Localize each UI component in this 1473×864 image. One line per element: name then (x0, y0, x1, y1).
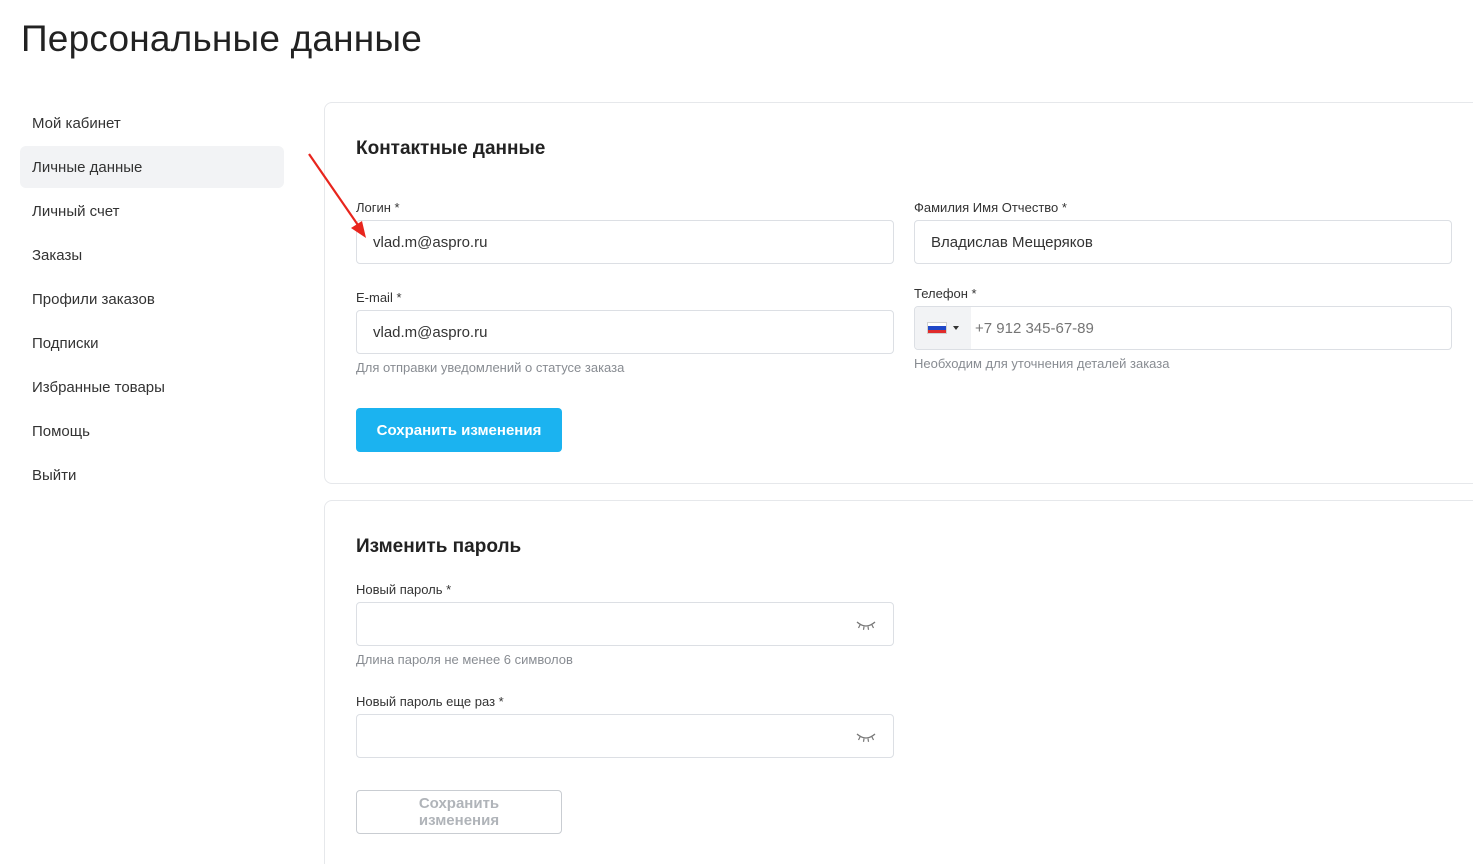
login-label: Логин * (356, 200, 400, 215)
sidebar-item-personal-data[interactable]: Личные данные (20, 146, 284, 188)
password-card: Изменить пароль Новый пароль * Длина пар… (324, 500, 1473, 864)
repeat-password-label: Новый пароль еще раз * (356, 694, 504, 709)
email-hint: Для отправки уведомлений о статусе заказ… (356, 360, 625, 375)
new-password-label: Новый пароль * (356, 582, 452, 597)
password-title: Изменить пароль (356, 536, 522, 557)
page-title: Персональные данные (21, 18, 423, 59)
sidebar-item-my-cabinet[interactable]: Мой кабинет (20, 102, 284, 144)
contacts-title: Контактные данные (356, 138, 546, 159)
phone-hint: Необходим для уточнения деталей заказа (914, 356, 1170, 371)
phone-field (914, 306, 1452, 350)
russia-flag-icon (927, 322, 947, 334)
eye-closed-icon[interactable] (856, 619, 876, 631)
phone-label: Телефон * (914, 286, 977, 301)
fullname-label: Фамилия Имя Отчество * (914, 200, 1067, 215)
eye-closed-icon[interactable] (856, 731, 876, 743)
login-input[interactable] (356, 220, 894, 264)
fullname-input[interactable] (914, 220, 1452, 264)
sidebar-item-order-profiles[interactable]: Профили заказов (20, 278, 284, 320)
chevron-down-icon (953, 326, 959, 330)
email-input[interactable] (356, 310, 894, 354)
new-password-hint: Длина пароля не менее 6 символов (356, 652, 573, 667)
save-contacts-button[interactable]: Сохранить изменения (356, 408, 562, 452)
sidebar-item-help[interactable]: Помощь (20, 410, 284, 452)
phone-input[interactable] (971, 308, 1451, 348)
sidebar-nav: Мой кабинет Личные данные Личный счет За… (20, 102, 284, 498)
sidebar-item-logout[interactable]: Выйти (20, 454, 284, 496)
email-label: E-mail * (356, 290, 402, 305)
sidebar-item-subscriptions[interactable]: Подписки (20, 322, 284, 364)
sidebar-item-personal-account[interactable]: Личный счет (20, 190, 284, 232)
repeat-password-input[interactable] (356, 714, 894, 758)
country-select[interactable] (915, 307, 971, 349)
contacts-card: Контактные данные Логин * Фамилия Имя От… (324, 102, 1473, 484)
sidebar-item-favorites[interactable]: Избранные товары (20, 366, 284, 408)
save-password-button[interactable]: Сохранить изменения (356, 790, 562, 834)
sidebar-item-orders[interactable]: Заказы (20, 234, 284, 276)
new-password-input[interactable] (356, 602, 894, 646)
